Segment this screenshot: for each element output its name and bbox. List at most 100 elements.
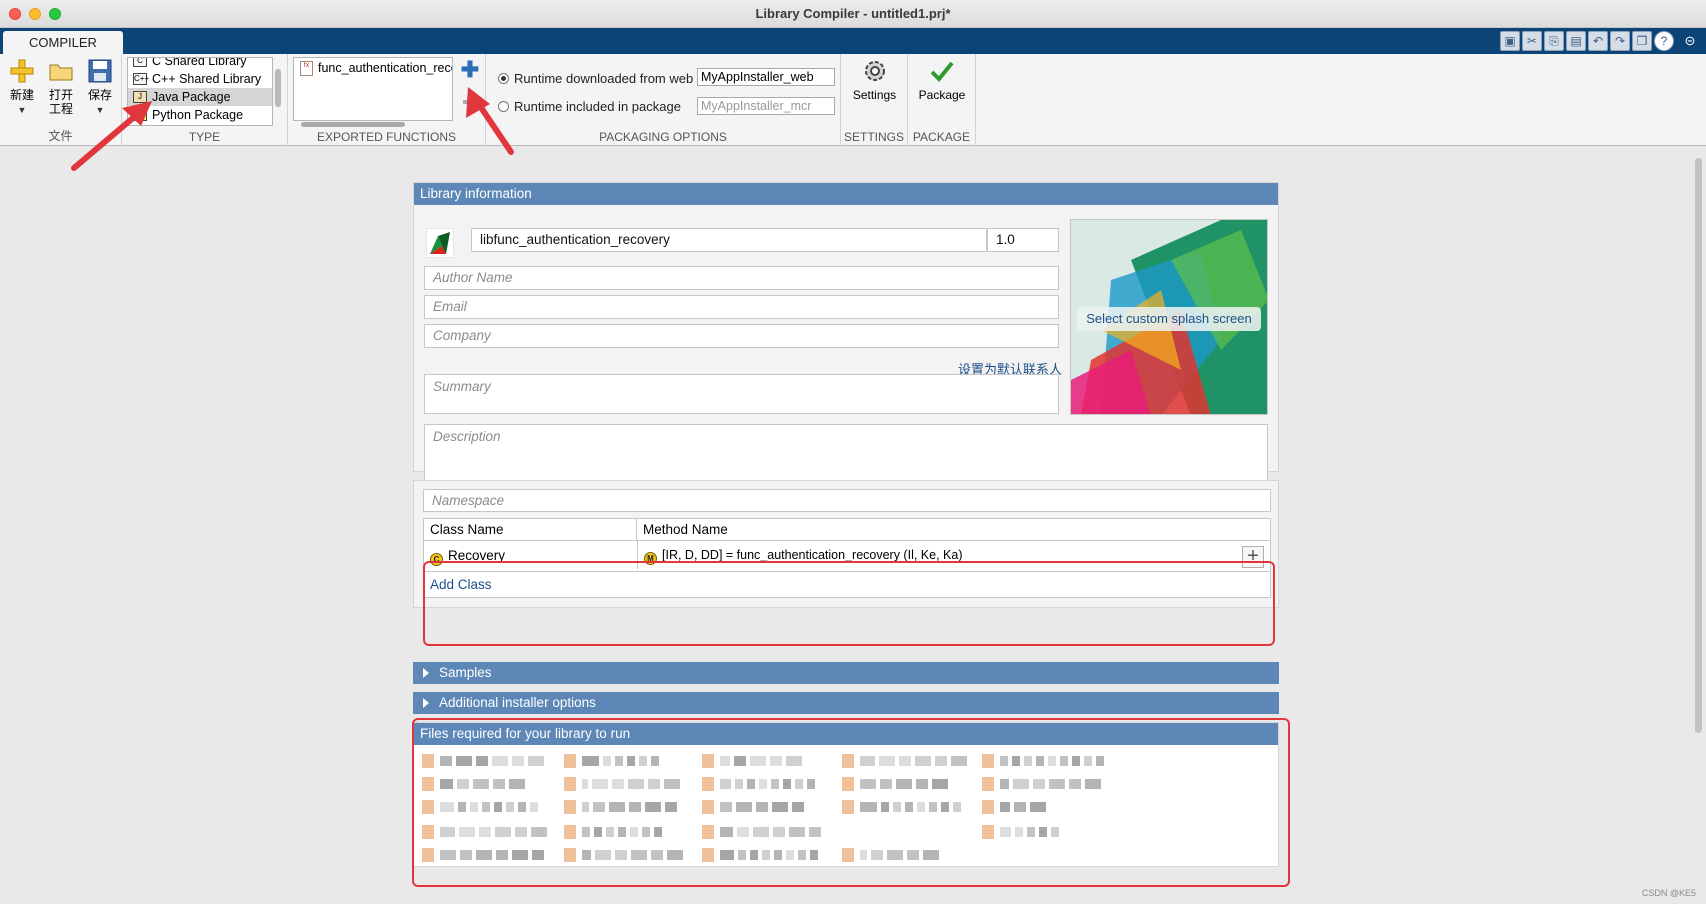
additional-installer-section-header[interactable]: Additional installer options xyxy=(413,692,1279,714)
collapse-ribbon-icon[interactable]: ⊝ xyxy=(1680,31,1700,51)
type-list[interactable]: CC Shared Library C++ C++ Shared Library … xyxy=(127,57,273,126)
type-item-java-package[interactable]: J Java Package xyxy=(128,88,272,106)
obscured-text-block xyxy=(1033,779,1045,789)
file-entry[interactable] xyxy=(982,799,1050,815)
file-entry[interactable] xyxy=(702,776,815,792)
new-dropdown-icon[interactable]: ▼ xyxy=(18,105,27,115)
settings-button[interactable]: Settings xyxy=(847,58,902,102)
file-entry[interactable] xyxy=(702,799,804,815)
method-row[interactable]: M [IR, D, DD] = func_authentication_recov… xyxy=(644,548,962,565)
help-icon[interactable]: ? xyxy=(1654,31,1674,51)
expand-triangle-icon xyxy=(423,668,429,678)
type-item-c-shared[interactable]: C C Shared Library xyxy=(128,58,272,70)
copy-icon[interactable]: ⎘ xyxy=(1544,31,1564,51)
add-function-button[interactable]: ✚ xyxy=(459,59,481,82)
runtime-package-option[interactable]: Runtime included in package xyxy=(498,96,681,116)
file-entry[interactable] xyxy=(422,776,525,792)
new-button[interactable]: 新建 ▼ xyxy=(4,58,40,117)
obscured-text-block xyxy=(664,779,680,789)
cut-icon[interactable]: ✂ xyxy=(1522,31,1542,51)
type-item-python-package[interactable]: Py Python Package xyxy=(128,106,272,124)
obscured-text-block xyxy=(750,756,766,766)
obscured-text-block xyxy=(935,756,947,766)
namespace-field[interactable]: Namespace xyxy=(423,489,1271,512)
file-entry[interactable] xyxy=(422,799,538,815)
file-icon xyxy=(842,754,854,768)
class-method-table: Class Name Method Name C Recovery M [IR, D… xyxy=(423,518,1271,598)
runtime-web-option[interactable]: Runtime downloaded from web xyxy=(498,68,693,88)
author-name-field[interactable]: Author Name xyxy=(424,266,1059,290)
obscured-text-block xyxy=(860,756,875,766)
library-version-field[interactable]: 1.0 xyxy=(987,228,1059,252)
file-entry[interactable] xyxy=(842,753,967,769)
class-name-header: Class Name xyxy=(424,519,637,541)
type-item-cpp-shared[interactable]: C++ C++ Shared Library xyxy=(128,70,272,88)
file-entry[interactable] xyxy=(842,799,966,815)
runtime-web-label: Runtime downloaded from web xyxy=(514,70,694,86)
file-entry[interactable] xyxy=(982,776,1101,792)
file-entry[interactable] xyxy=(702,753,802,769)
library-name-field[interactable]: libfunc_authentication_recovery xyxy=(471,228,987,252)
switch-windows-icon[interactable]: ❐ xyxy=(1632,31,1652,51)
remove-function-button[interactable] xyxy=(463,100,479,104)
file-entry[interactable] xyxy=(564,776,680,792)
main-vscrollbar[interactable] xyxy=(1694,155,1703,733)
column-divider xyxy=(637,541,638,569)
obscured-text-block xyxy=(798,850,806,860)
runtime-web-input[interactable]: MyAppInstaller_web xyxy=(697,68,835,86)
file-entry[interactable] xyxy=(702,847,818,863)
redo-icon[interactable]: ↷ xyxy=(1610,31,1630,51)
paste-icon[interactable]: ▤ xyxy=(1566,31,1586,51)
file-entry[interactable] xyxy=(422,847,544,863)
file-entry[interactable] xyxy=(842,847,939,863)
save-dropdown-icon[interactable]: ▼ xyxy=(96,105,105,115)
samples-section-header[interactable]: Samples xyxy=(413,662,1279,684)
exported-functions-list[interactable]: fx func_authentication_recovery.m xyxy=(293,57,453,121)
add-method-button[interactable]: + xyxy=(1242,546,1264,568)
save-icon[interactable]: ▣ xyxy=(1500,31,1520,51)
scrollbar-thumb[interactable] xyxy=(1695,158,1702,733)
file-entry[interactable] xyxy=(422,824,547,840)
file-entry[interactable] xyxy=(982,753,1104,769)
file-entry[interactable] xyxy=(982,824,1059,840)
open-project-button[interactable]: 打开 工程 xyxy=(43,58,79,116)
file-entry[interactable] xyxy=(702,824,821,840)
save-button[interactable]: 保存 ▼ xyxy=(82,58,118,117)
runtime-package-input[interactable]: MyAppInstaller_mcr xyxy=(697,97,835,115)
splash-screen-selector[interactable]: Select custom splash screen xyxy=(1070,219,1268,415)
email-field[interactable]: Email xyxy=(424,295,1059,319)
file-entry[interactable] xyxy=(564,799,677,815)
summary-field[interactable]: Summary xyxy=(424,374,1059,414)
file-entry[interactable] xyxy=(422,753,544,769)
type-list-scrollbar[interactable] xyxy=(274,57,282,126)
runtime-web-radio[interactable] xyxy=(498,72,509,84)
obscured-text-block xyxy=(1030,802,1046,812)
method-name-header: Method Name xyxy=(637,519,1270,541)
new-plus-icon xyxy=(10,59,34,83)
undo-icon[interactable]: ↶ xyxy=(1588,31,1608,51)
settings-section-label: SETTINGS xyxy=(843,130,904,144)
file-icon xyxy=(982,825,994,839)
obscured-text-block xyxy=(618,827,626,837)
obscured-text-block xyxy=(720,802,732,812)
functions-hscrollbar[interactable] xyxy=(293,120,453,129)
package-button[interactable]: Package xyxy=(914,58,970,102)
company-field[interactable]: Company xyxy=(424,324,1059,348)
obscured-text-block xyxy=(807,779,815,789)
m-file-icon: fx xyxy=(300,61,313,76)
obscured-text-block xyxy=(907,850,919,860)
runtime-package-radio[interactable] xyxy=(498,100,509,112)
scrollbar-thumb[interactable] xyxy=(275,69,281,107)
obscured-text-block xyxy=(440,779,453,789)
file-entry[interactable] xyxy=(564,753,659,769)
row-divider xyxy=(424,571,1270,572)
file-entry[interactable] xyxy=(842,776,948,792)
exported-function-item[interactable]: fx func_authentication_recovery.m xyxy=(298,61,452,76)
file-entry[interactable] xyxy=(564,847,683,863)
scrollbar-thumb[interactable] xyxy=(301,122,405,127)
add-class-link[interactable]: Add Class xyxy=(430,577,492,592)
class-row-name[interactable]: C Recovery xyxy=(430,548,505,566)
file-entry[interactable] xyxy=(564,824,662,840)
runtime-package-label: Runtime included in package xyxy=(514,98,681,114)
tab-compiler[interactable]: COMPILER xyxy=(3,31,123,54)
